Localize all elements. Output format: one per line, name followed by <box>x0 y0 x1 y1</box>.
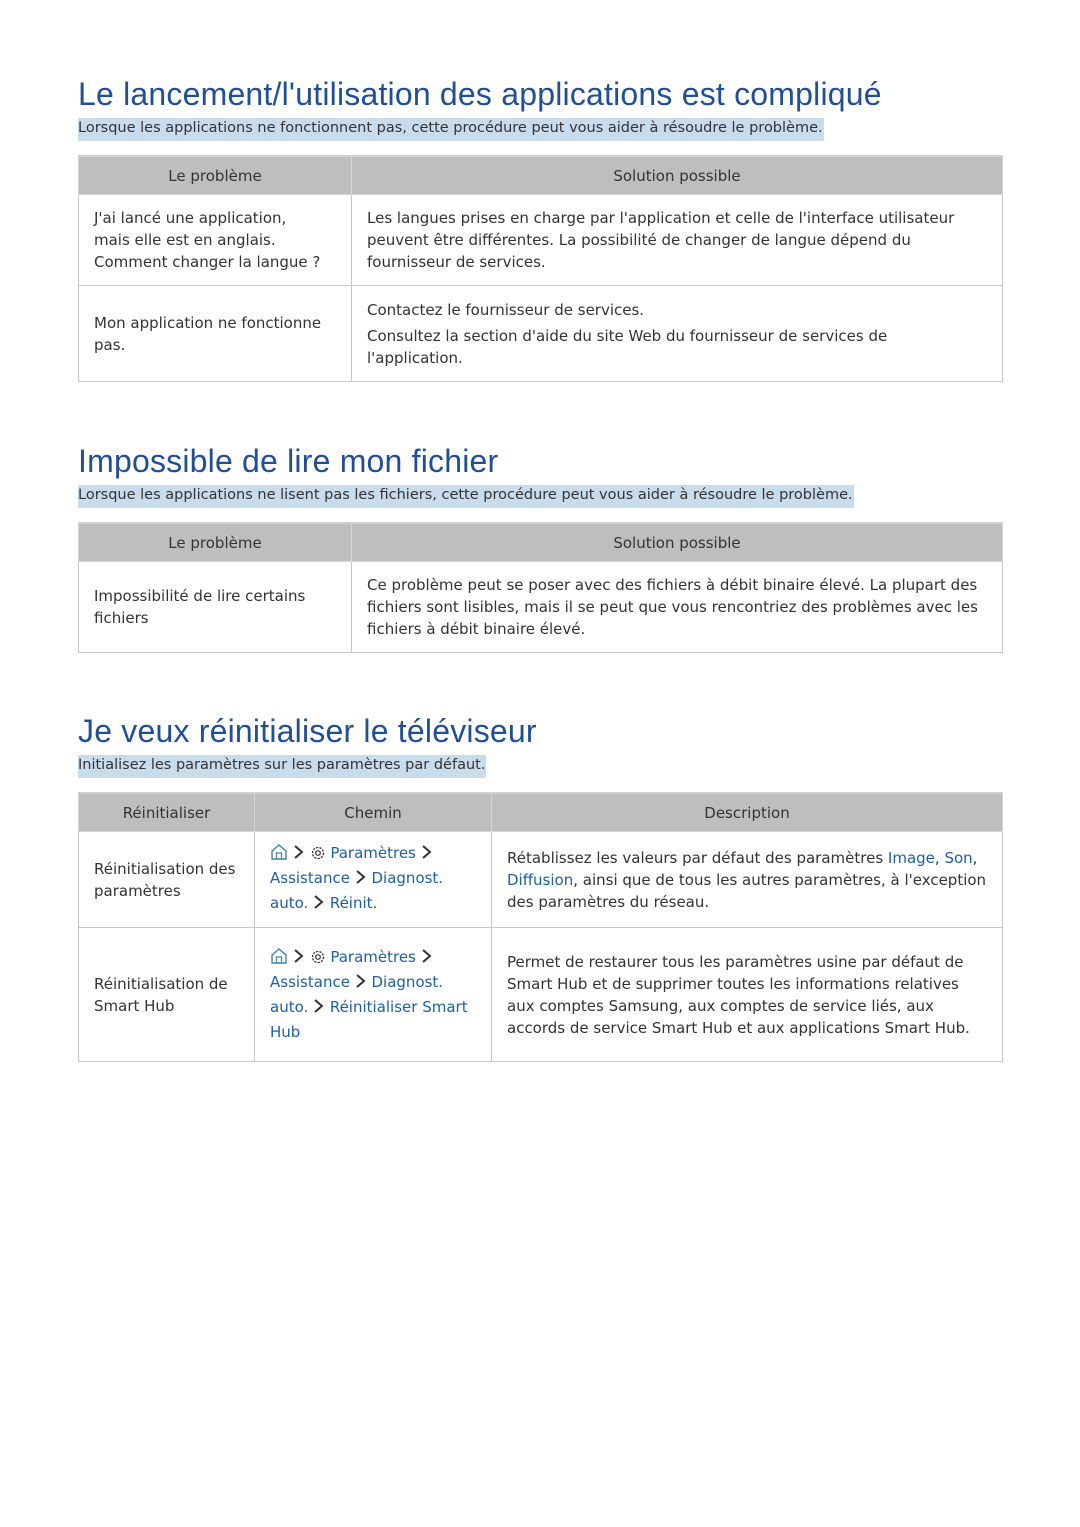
chevron-right-icon <box>355 868 367 892</box>
section-intro: Initialisez les paramètres sur les param… <box>78 755 487 778</box>
home-icon <box>270 843 288 867</box>
description-cell: Permet de restaurer tous les paramètres … <box>491 927 1003 1062</box>
table-header-row: Le problème Solution possible <box>78 522 1003 562</box>
column-header: Le problème <box>78 155 352 195</box>
problem-line: mais elle est en anglais. <box>94 231 276 249</box>
path-step-settings[interactable]: Paramètres <box>330 844 416 862</box>
chevron-right-icon <box>355 972 367 996</box>
section-title: Impossible de lire mon fichier <box>78 443 499 479</box>
problem-cell: Impossibilité de lire certains fichiers <box>78 561 352 653</box>
section-reset-tv: Je veux réinitialiser le téléviseur Init… <box>78 711 1003 1062</box>
chevron-right-icon <box>293 947 305 971</box>
path-step[interactable]: Assistance <box>270 869 350 887</box>
section-intro: Lorsque les applications ne fonctionnent… <box>78 118 824 141</box>
table-row: Réinitialisation de Smart Hub Paramètres… <box>78 927 1003 1062</box>
gear-icon <box>310 845 326 867</box>
chevron-right-icon <box>313 997 325 1021</box>
problem-line: Impossibilité de lire certains fichiers <box>94 587 306 627</box>
solution-text: Ce problème peut se poser avec des fichi… <box>367 576 978 638</box>
troubleshoot-table: Le problème Solution possible J'ai lancé… <box>78 155 1003 382</box>
table-header-row: Réinitialiser Chemin Description <box>78 792 1003 832</box>
section-app-launch: Le lancement/l'utilisation des applicati… <box>78 74 1003 382</box>
solution-text: Consultez la section d'aide du site Web … <box>367 326 888 367</box>
path-cell: Paramètres Assistance Diagnost. auto. Ré… <box>254 927 492 1062</box>
gear-icon <box>310 949 326 971</box>
reset-cell: Réinitialisation de Smart Hub <box>78 927 255 1062</box>
description-text: , ainsi que de tous les autres paramètre… <box>507 870 987 911</box>
section-file-playback: Impossible de lire mon fichier Lorsque l… <box>78 441 1003 653</box>
problem-line: Mon application ne fonctionne pas. <box>94 313 322 354</box>
path-cell: Paramètres Assistance Diagnost. auto. Ré… <box>254 831 492 928</box>
table-row: J'ai lancé une application, mais elle es… <box>78 194 1003 286</box>
problem-cell: J'ai lancé une application, mais elle es… <box>78 194 352 286</box>
solution-cell: Ce problème peut se poser avec des fichi… <box>351 561 1003 653</box>
path-step-settings[interactable]: Paramètres <box>330 948 416 966</box>
column-header: Le problème <box>78 522 352 562</box>
description-cell: Rétablissez les valeurs par défaut des p… <box>491 831 1003 928</box>
problem-cell: Mon application ne fonctionne pas. <box>78 285 352 382</box>
column-header: Réinitialiser <box>78 792 255 832</box>
solution-cell: Les langues prises en charge par l'appli… <box>351 194 1003 286</box>
problem-line: J'ai lancé une application, <box>94 209 287 227</box>
description-text: Rétablissez les valeurs par défaut des p… <box>507 848 888 867</box>
chevron-right-icon <box>293 843 305 867</box>
path-step[interactable]: Assistance <box>270 973 350 991</box>
link-diffusion[interactable]: Diffusion <box>507 871 573 889</box>
column-header: Solution possible <box>351 522 1003 562</box>
chevron-right-icon <box>421 843 433 867</box>
table-row: Impossibilité de lire certains fichiers … <box>78 561 1003 653</box>
chevron-right-icon <box>313 893 325 917</box>
section-intro: Lorsque les applications ne lisent pas l… <box>78 485 854 508</box>
column-header: Solution possible <box>351 155 1003 195</box>
solution-text: Les langues prises en charge par l'appli… <box>367 209 955 271</box>
table-header-row: Le problème Solution possible <box>78 155 1003 195</box>
reset-table: Réinitialiser Chemin Description Réiniti… <box>78 792 1003 1062</box>
home-icon <box>270 947 288 971</box>
table-row: Réinitialisation des paramètres Paramètr… <box>78 831 1003 928</box>
section-title: Je veux réinitialiser le téléviseur <box>78 713 537 749</box>
table-row: Mon application ne fonctionne pas. Conta… <box>78 285 1003 382</box>
solution-cell: Contactez le fournisseur de services. Co… <box>351 285 1003 382</box>
column-header: Description <box>491 792 1003 832</box>
separator: , <box>972 848 978 867</box>
section-title: Le lancement/l'utilisation des applicati… <box>78 76 882 112</box>
solution-text: Contactez le fournisseur de services. <box>367 300 645 319</box>
chevron-right-icon <box>421 947 433 971</box>
troubleshoot-table: Le problème Solution possible Impossibil… <box>78 522 1003 653</box>
path-step[interactable]: Réinit. <box>330 894 377 912</box>
problem-line: Comment changer la langue ? <box>94 253 321 271</box>
reset-cell: Réinitialisation des paramètres <box>78 831 255 928</box>
link-image[interactable]: Image <box>888 849 935 867</box>
column-header: Chemin <box>254 792 492 832</box>
link-son[interactable]: Son <box>944 849 972 867</box>
